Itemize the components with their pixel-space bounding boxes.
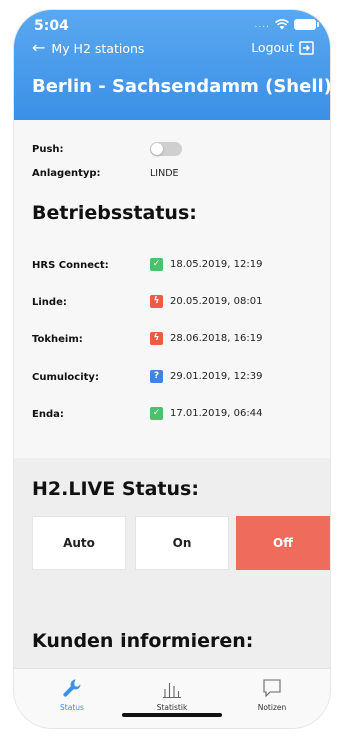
back-button[interactable]: ← My H2 stations [32,40,144,56]
status-card: Push: Anlagentyp: LINDE Betriebsstatus: … [14,120,330,458]
anlagentyp-label: Anlagentyp: [32,168,101,179]
question-icon: ? [150,370,163,383]
h2live-status-buttons: Auto On Off [32,516,330,570]
note-icon [263,679,281,698]
tab-statistik[interactable]: Statistik [132,677,212,712]
status-row-date: 18.05.2019, 12:19 [170,259,263,270]
status-row-cumulocity: Cumulocity: ? 29.01.2019, 12:39 [32,370,322,386]
status-row-date: 28.06.2018, 16:19 [170,333,263,344]
phone-screen: 5:04 .... ← My H2 stations Logout Berlin… [14,10,330,728]
tab-status[interactable]: Status [32,677,112,712]
home-indicator[interactable] [122,713,222,717]
wrench-icon [63,679,81,697]
status-row-name: Cumulocity: [32,372,99,383]
bolt-icon: ϟ [150,332,163,345]
h2live-heading: H2.LIVE Status: [32,478,199,500]
toggle-knob [151,143,163,155]
logout-button[interactable]: Logout [251,40,314,55]
anlagentyp-value: LINDE [150,168,179,179]
status-row-name: HRS Connect: [32,260,109,271]
status-row-date: 20.05.2019, 08:01 [170,296,263,307]
tab-label: Notizen [257,703,287,712]
signal-dots: .... [254,19,270,30]
main-content: Push: Anlagentyp: LINDE Betriebsstatus: … [14,120,330,668]
battery-icon [294,19,319,30]
logout-icon [299,40,314,55]
back-arrow-icon: ← [32,38,46,57]
status-indicators: .... [254,19,319,30]
nav-row: ← My H2 stations Logout [14,38,330,64]
status-row-name: Enda: [32,409,64,420]
status-row-tokheim: Tokheim: ϟ 28.06.2018, 16:19 [32,332,322,348]
bolt-icon: ϟ [150,295,163,308]
status-row-hrs-connect: HRS Connect: ✓ 18.05.2019, 12:19 [32,258,322,274]
logout-label: Logout [251,40,294,55]
status-row-linde: Linde: ϟ 20.05.2019, 08:01 [32,295,322,311]
status-row-name: Linde: [32,297,67,308]
tab-notizen[interactable]: Notizen [232,677,312,712]
betriebsstatus-heading: Betriebsstatus: [32,202,197,224]
status-row-date: 29.01.2019, 12:39 [170,371,263,382]
back-label: My H2 stations [51,40,145,56]
push-label: Push: [32,144,64,155]
status-row-date: 17.01.2019, 06:44 [170,408,263,419]
off-button[interactable]: Off [236,516,330,570]
bar-chart-icon [163,683,181,699]
check-icon: ✓ [150,258,163,271]
on-button[interactable]: On [135,516,229,570]
app-header: 5:04 .... ← My H2 stations Logout Berlin… [14,10,330,120]
check-icon: ✓ [150,407,163,420]
tab-bar: Status Statistik Notizen [14,668,330,728]
tab-label: Statistik [156,703,188,712]
station-title: Berlin - Sachsendamm (Shell) [32,76,330,97]
status-row-name: Tokheim: [32,334,83,345]
status-time: 5:04 [34,18,69,34]
tab-label: Status [60,703,84,712]
wifi-icon [275,19,289,30]
status-bar: 5:04 .... [14,10,330,38]
push-toggle[interactable] [150,142,182,156]
auto-button[interactable]: Auto [32,516,126,570]
status-row-enda: Enda: ✓ 17.01.2019, 06:44 [32,407,322,423]
kunden-heading: Kunden informieren: [32,630,254,652]
